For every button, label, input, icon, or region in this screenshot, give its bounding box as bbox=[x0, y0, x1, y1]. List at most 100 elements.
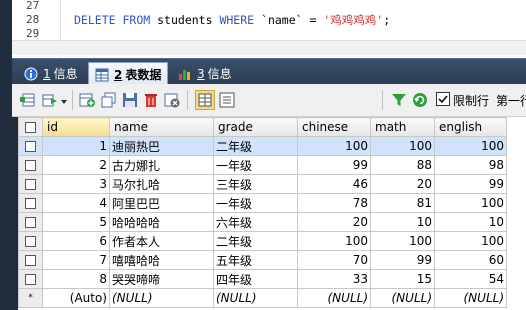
cell-math[interactable]: 100 bbox=[370, 136, 435, 156]
cell-id[interactable]: 4 bbox=[42, 193, 110, 213]
cell-math[interactable]: 88 bbox=[370, 155, 435, 175]
insert-row-icon[interactable] bbox=[20, 92, 36, 108]
cell-english[interactable]: 98 bbox=[434, 155, 507, 175]
cell-grade[interactable]: (NULL) bbox=[213, 288, 298, 308]
cell-english[interactable]: 100 bbox=[434, 193, 507, 213]
refresh-icon[interactable] bbox=[412, 92, 428, 108]
row-checkbox[interactable] bbox=[25, 198, 36, 209]
row-checkbox[interactable] bbox=[25, 141, 36, 152]
row-checkbox[interactable] bbox=[25, 160, 36, 171]
row-select-cell[interactable] bbox=[18, 155, 43, 175]
cell-id[interactable]: 3 bbox=[42, 174, 110, 194]
new-row[interactable]: * (Auto) (NULL) (NULL) (NULL) (NULL) (NULL) bbox=[18, 288, 507, 308]
select-all-checkbox[interactable] bbox=[25, 122, 36, 133]
cell-chinese[interactable]: 33 bbox=[297, 269, 371, 289]
form-view-icon[interactable] bbox=[219, 92, 235, 108]
cell-english[interactable]: (NULL) bbox=[434, 288, 507, 308]
table-row[interactable]: 7 嘻嘻哈哈 五年级 70 99 60 bbox=[18, 250, 507, 270]
row-select-cell[interactable] bbox=[18, 231, 43, 251]
cell-chinese[interactable]: (NULL) bbox=[297, 288, 371, 308]
cell-grade[interactable]: 四年级 bbox=[213, 269, 298, 289]
cell-id[interactable]: 8 bbox=[42, 269, 110, 289]
cell-chinese[interactable]: 78 bbox=[297, 193, 371, 213]
row-select-cell[interactable] bbox=[18, 250, 43, 270]
cell-math[interactable]: 99 bbox=[370, 250, 435, 270]
cell-id[interactable]: 5 bbox=[42, 212, 110, 232]
row-select-cell[interactable] bbox=[18, 174, 43, 194]
cell-grade[interactable]: 五年级 bbox=[213, 250, 298, 270]
cell-grade[interactable]: 三年级 bbox=[213, 174, 298, 194]
cell-name[interactable]: 哈哈哈哈 bbox=[109, 212, 214, 232]
cell-grade[interactable]: 二年级 bbox=[213, 136, 298, 156]
cell-name[interactable]: 嘻嘻哈哈 bbox=[109, 250, 214, 270]
table-row[interactable]: 5 哈哈哈哈 六年级 20 10 10 bbox=[18, 212, 507, 232]
cell-grade[interactable]: 二年级 bbox=[213, 231, 298, 251]
cell-name[interactable]: (NULL) bbox=[109, 288, 214, 308]
column-header-name[interactable]: name bbox=[109, 117, 214, 137]
sql-statement[interactable]: DELETE FROM students WHERE `name` = '鸡鸡鸡… bbox=[74, 12, 390, 28]
cell-math[interactable]: 100 bbox=[370, 231, 435, 251]
limit-rows-checkbox[interactable] bbox=[436, 92, 450, 106]
table-row[interactable]: 3 马尔扎哈 三年级 46 20 99 bbox=[18, 174, 507, 194]
cell-id[interactable]: 6 bbox=[42, 231, 110, 251]
table-row[interactable]: 2 古力娜扎 一年级 99 88 98 bbox=[18, 155, 507, 175]
cell-chinese[interactable]: 99 bbox=[297, 155, 371, 175]
cell-grade[interactable]: 一年级 bbox=[213, 155, 298, 175]
export-icon[interactable] bbox=[42, 92, 58, 108]
duplicate-row-icon[interactable] bbox=[101, 92, 117, 108]
tab-info[interactable]: 1 信息 bbox=[18, 62, 84, 85]
cell-name[interactable]: 哭哭啼啼 bbox=[109, 269, 214, 289]
select-all-cell[interactable] bbox=[18, 117, 43, 137]
cell-name[interactable]: 马尔扎哈 bbox=[109, 174, 214, 194]
tab-table-data[interactable]: 2 表数据 bbox=[88, 62, 169, 86]
cell-name[interactable]: 古力娜扎 bbox=[109, 155, 214, 175]
column-header-math[interactable]: math bbox=[370, 117, 435, 137]
add-row-icon[interactable] bbox=[79, 92, 95, 108]
cell-name[interactable]: 阿里巴巴 bbox=[109, 193, 214, 213]
row-checkbox[interactable] bbox=[25, 255, 36, 266]
save-icon[interactable] bbox=[122, 92, 138, 108]
cell-chinese[interactable]: 100 bbox=[297, 231, 371, 251]
cell-english[interactable]: 10 bbox=[434, 212, 507, 232]
cell-id[interactable]: (Auto) bbox=[42, 288, 110, 308]
cell-english[interactable]: 99 bbox=[434, 174, 507, 194]
cell-math[interactable]: 10 bbox=[370, 212, 435, 232]
row-checkbox[interactable] bbox=[25, 274, 36, 285]
cell-math[interactable]: 20 bbox=[370, 174, 435, 194]
filter-icon[interactable] bbox=[391, 92, 407, 108]
column-header-id[interactable]: id bbox=[42, 117, 110, 137]
horizontal-scrollbar[interactable] bbox=[12, 40, 526, 55]
row-select-cell[interactable] bbox=[18, 212, 43, 232]
cell-name[interactable]: 迪丽热巴 bbox=[109, 136, 214, 156]
cell-english[interactable]: 100 bbox=[434, 136, 507, 156]
delete-row-icon[interactable] bbox=[143, 92, 159, 108]
cell-name[interactable]: 作者本人 bbox=[109, 231, 214, 251]
cell-math[interactable]: 81 bbox=[370, 193, 435, 213]
grid-view-icon[interactable] bbox=[195, 90, 215, 110]
cell-chinese[interactable]: 20 bbox=[297, 212, 371, 232]
sql-editor[interactable]: 27 28 29 DELETE FROM students WHERE `nam… bbox=[12, 0, 526, 58]
cell-chinese[interactable]: 100 bbox=[297, 136, 371, 156]
column-header-grade[interactable]: grade bbox=[213, 117, 298, 137]
cell-english[interactable]: 100 bbox=[434, 231, 507, 251]
row-select-cell[interactable] bbox=[18, 193, 43, 213]
cell-grade[interactable]: 一年级 bbox=[213, 193, 298, 213]
cell-chinese[interactable]: 70 bbox=[297, 250, 371, 270]
chevron-down-icon[interactable] bbox=[60, 95, 68, 104]
cell-id[interactable]: 1 bbox=[42, 136, 110, 156]
tab-info-3[interactable]: 3 信息 bbox=[172, 62, 238, 85]
cancel-changes-icon[interactable] bbox=[164, 92, 180, 108]
table-row[interactable]: 4 阿里巴巴 一年级 78 81 100 bbox=[18, 193, 507, 213]
table-row[interactable]: 8 哭哭啼啼 四年级 33 15 54 bbox=[18, 269, 507, 289]
cell-english[interactable]: 60 bbox=[434, 250, 507, 270]
cell-id[interactable]: 2 bbox=[42, 155, 110, 175]
row-select-cell[interactable] bbox=[18, 269, 43, 289]
cell-grade[interactable]: 六年级 bbox=[213, 212, 298, 232]
column-header-chinese[interactable]: chinese bbox=[297, 117, 371, 137]
row-checkbox[interactable] bbox=[25, 179, 36, 190]
column-header-english[interactable]: english bbox=[434, 117, 507, 137]
cell-math[interactable]: (NULL) bbox=[370, 288, 435, 308]
cell-id[interactable]: 7 bbox=[42, 250, 110, 270]
table-row[interactable]: 6 作者本人 二年级 100 100 100 bbox=[18, 231, 507, 251]
table-row[interactable]: 1 迪丽热巴 二年级 100 100 100 bbox=[18, 136, 507, 156]
